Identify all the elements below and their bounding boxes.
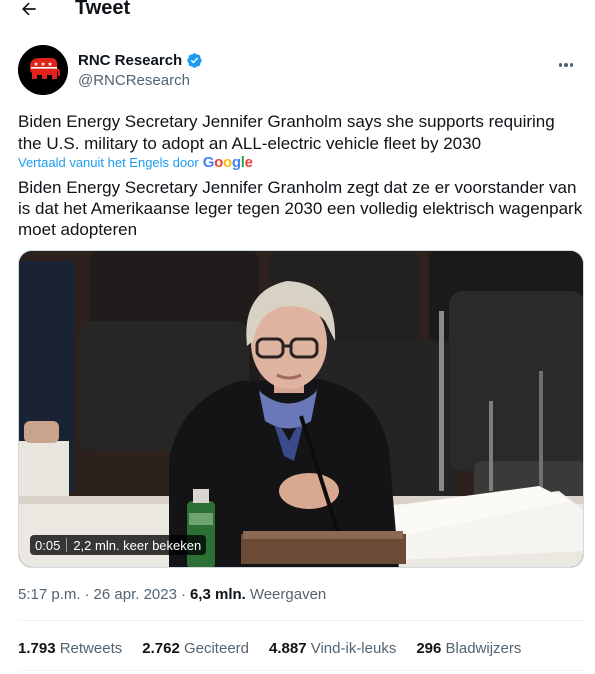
stat-number: 1.793 xyxy=(18,640,56,657)
engagement-stats: 1.793 Retweets 2.762 Geciteerd 4.887 Vin… xyxy=(18,640,521,657)
stat-label: Vind-ik-leuks xyxy=(310,640,397,657)
translation-label: Vertaald vanuit het Engels door xyxy=(18,155,199,170)
more-dot xyxy=(564,63,568,67)
top-bar: Tweet xyxy=(0,0,595,22)
stat-bookmarks[interactable]: 296 Bladwijzers xyxy=(416,640,521,657)
stat-quotes[interactable]: 2.762 Geciteerd xyxy=(142,640,249,657)
meta-separator: · xyxy=(84,586,90,603)
author-name[interactable]: RNC Research xyxy=(78,52,203,69)
google-logo-letter: o xyxy=(222,154,232,171)
translation-attribution[interactable]: Vertaald vanuit het Engels door Google xyxy=(18,154,253,171)
video-frame xyxy=(19,251,583,567)
video-timestamp: 0:05 xyxy=(35,537,61,553)
more-dot xyxy=(569,63,574,67)
arrow-left-icon xyxy=(22,2,36,16)
google-logo: Google xyxy=(203,154,253,171)
stat-number: 4.887 xyxy=(269,640,307,657)
divider xyxy=(18,670,584,671)
video-player[interactable]: 0:05 2,2 mln. keer bekeken xyxy=(18,250,584,568)
elephant-logo-icon xyxy=(18,45,68,95)
back-button[interactable] xyxy=(18,0,40,20)
stat-label: Geciteerd xyxy=(183,640,250,657)
tweet-author: RNC Research @RNCResearch xyxy=(18,45,578,97)
stat-number: 296 xyxy=(416,640,442,657)
google-logo-letter: g xyxy=(231,154,241,171)
stat-number: 2.762 xyxy=(142,640,180,657)
author-handle[interactable]: @RNCResearch xyxy=(78,72,190,89)
more-dot xyxy=(558,63,563,67)
avatar[interactable] xyxy=(18,45,68,95)
meta-separator: · xyxy=(180,586,186,603)
tweet-time[interactable]: 5:17 p.m. xyxy=(18,586,81,603)
video-view-count: 2,2 mln. keer bekeken xyxy=(73,537,202,553)
stat-retweets[interactable]: 1.793 Retweets xyxy=(18,640,122,657)
tweet-translation: Biden Energy Secretary Jennifer Granholm… xyxy=(18,178,583,239)
stat-label: Bladwijzers xyxy=(445,640,522,657)
tweet-text: Biden Energy Secretary Jennifer Granholm… xyxy=(18,112,555,153)
stat-label: Retweets xyxy=(59,640,123,657)
author-name-text: RNC Research xyxy=(78,52,183,69)
video-info-badge: 0:05 2,2 mln. keer bekeken xyxy=(30,535,207,555)
divider xyxy=(18,620,584,621)
google-logo-letter: e xyxy=(244,154,253,171)
verified-badge-icon xyxy=(187,53,202,68)
google-logo-letter: G xyxy=(202,154,215,171)
stat-likes[interactable]: 4.887 Vind-ik-leuks xyxy=(269,640,396,657)
views-count: 6,3 mln. xyxy=(189,586,246,603)
page-title: Tweet xyxy=(75,0,131,19)
google-logo-letter: o xyxy=(214,154,223,171)
views-label: Weergaven xyxy=(249,586,327,603)
tweet-date[interactable]: 26 apr. 2023 xyxy=(94,586,177,603)
more-options-button[interactable] xyxy=(554,55,578,75)
tweet-meta: 5:17 p.m. · 26 apr. 2023 · 6,3 mln. Weer… xyxy=(18,586,326,603)
badge-divider xyxy=(66,538,68,552)
